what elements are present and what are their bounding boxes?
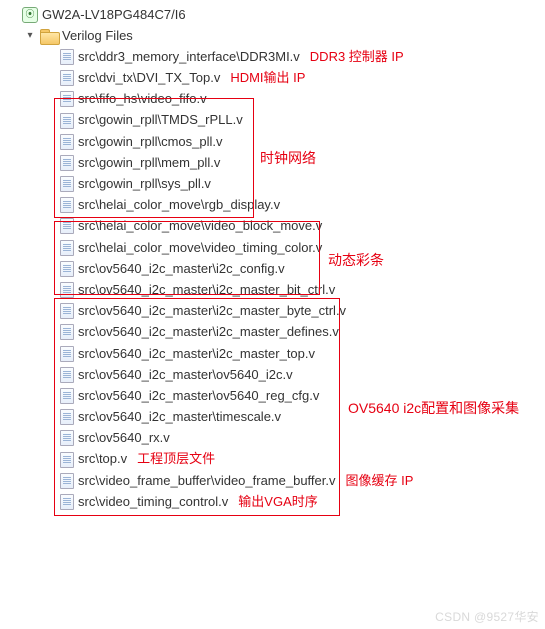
tree-file[interactable]: src\gowin_rpll\mem_pll.v: [2, 152, 543, 173]
file-icon: [60, 261, 74, 277]
tree-folder[interactable]: ▾ Verilog Files: [2, 25, 543, 46]
file-icon: [60, 70, 74, 86]
annotation-fb: 图像缓存 IP: [346, 472, 414, 490]
file-icon: [60, 113, 74, 129]
file-icon: [60, 430, 74, 446]
file-icon: [60, 473, 74, 489]
chip-icon: ⦿: [22, 7, 38, 23]
file-icon: [60, 91, 74, 107]
file-label: src\dvi_tx\DVI_TX_Top.v: [78, 69, 220, 87]
tree-file[interactable]: src\video_frame_buffer\video_frame_buffe…: [2, 470, 543, 491]
file-label: src\ov5640_i2c_master\i2c_master_byte_ct…: [78, 302, 346, 320]
tree-file[interactable]: src\gowin_rpll\sys_pll.v: [2, 174, 543, 195]
file-label: src\ov5640_i2c_master\i2c_config.v: [78, 260, 285, 278]
chevron-down-icon: ▾: [24, 30, 36, 42]
tree-file[interactable]: src\gowin_rpll\cmos_pll.v: [2, 131, 543, 152]
annotation-vga: 输出VGA时序: [238, 493, 317, 511]
file-icon: [60, 176, 74, 192]
file-label: src\gowin_rpll\cmos_pll.v: [78, 133, 223, 151]
file-label: src\ov5640_i2c_master\timescale.v: [78, 408, 281, 426]
file-label: src\top.v: [78, 450, 127, 468]
annotation-top: 工程顶层文件: [137, 450, 215, 468]
file-icon: [60, 452, 74, 468]
tree-file[interactable]: src\ov5640_i2c_master\ov5640_i2c.v: [2, 364, 543, 385]
file-icon: [60, 494, 74, 510]
file-icon: [60, 240, 74, 256]
file-label: src\gowin_rpll\sys_pll.v: [78, 175, 211, 193]
file-label: src\ov5640_i2c_master\i2c_master_bit_ctr…: [78, 281, 335, 299]
file-label: src\video_timing_control.v: [78, 493, 228, 511]
file-icon: [60, 346, 74, 362]
file-icon: [60, 409, 74, 425]
tree-file[interactable]: src\ov5640_i2c_master\i2c_master_defines…: [2, 322, 543, 343]
file-label: src\helai_color_move\video_block_move.v: [78, 217, 322, 235]
file-label: src\helai_color_move\video_timing_color.…: [78, 239, 322, 257]
tree-file[interactable]: src\video_timing_control.v 输出VGA时序: [2, 491, 543, 512]
tree-file[interactable]: src\helai_color_move\video_block_move.v: [2, 216, 543, 237]
root-label: GW2A-LV18PG484C7/I6: [42, 6, 186, 24]
file-label: src\ov5640_rx.v: [78, 429, 170, 447]
file-icon: [60, 367, 74, 383]
file-label: src\gowin_rpll\TMDS_rPLL.v: [78, 111, 243, 129]
tree-file[interactable]: src\ov5640_i2c_master\i2c_master_top.v: [2, 343, 543, 364]
tree-file[interactable]: src\gowin_rpll\TMDS_rPLL.v: [2, 110, 543, 131]
file-icon: [60, 155, 74, 171]
tree-file[interactable]: src\ddr3_memory_interface\DDR3MI.v DDR3 …: [2, 46, 543, 67]
tree-file[interactable]: src\ov5640_rx.v: [2, 428, 543, 449]
file-icon: [60, 388, 74, 404]
file-icon: [60, 324, 74, 340]
file-tree: ⦿ GW2A-LV18PG484C7/I6 ▾ Verilog Files sr…: [0, 0, 545, 521]
file-icon: [60, 303, 74, 319]
file-label: src\ov5640_i2c_master\i2c_master_top.v: [78, 345, 315, 363]
tree-file[interactable]: src\ov5640_i2c_master\i2c_master_bit_ctr…: [2, 279, 543, 300]
file-icon: [60, 218, 74, 234]
tree-file[interactable]: src\ov5640_i2c_master\timescale.v: [2, 407, 543, 428]
annotation-ddr3: DDR3 控制器 IP: [310, 48, 404, 66]
tree-file[interactable]: src\helai_color_move\video_timing_color.…: [2, 237, 543, 258]
tree-file[interactable]: src\ov5640_i2c_master\ov5640_reg_cfg.v: [2, 385, 543, 406]
folder-label: Verilog Files: [62, 27, 133, 45]
folder-icon: [40, 29, 58, 43]
file-label: src\gowin_rpll\mem_pll.v: [78, 154, 220, 172]
tree-file[interactable]: src\fifo_hs\video_fifo.v: [2, 89, 543, 110]
chevron-down-icon: [6, 9, 18, 21]
tree-root[interactable]: ⦿ GW2A-LV18PG484C7/I6: [2, 4, 543, 25]
file-label: src\fifo_hs\video_fifo.v: [78, 90, 207, 108]
file-icon: [60, 282, 74, 298]
tree-file[interactable]: src\top.v 工程顶层文件: [2, 449, 543, 470]
file-label: src\helai_color_move\rgb_display.v: [78, 196, 280, 214]
file-label: src\ddr3_memory_interface\DDR3MI.v: [78, 48, 300, 66]
tree-file[interactable]: src\ov5640_i2c_master\i2c_master_byte_ct…: [2, 301, 543, 322]
tree-file[interactable]: src\helai_color_move\rgb_display.v: [2, 195, 543, 216]
tree-file[interactable]: src\ov5640_i2c_master\i2c_config.v: [2, 258, 543, 279]
file-label: src\ov5640_i2c_master\ov5640_reg_cfg.v: [78, 387, 319, 405]
file-label: src\ov5640_i2c_master\i2c_master_defines…: [78, 323, 339, 341]
annotation-hdmi: HDMI输出 IP: [230, 69, 305, 87]
file-icon: [60, 49, 74, 65]
watermark: CSDN @9527华安: [435, 608, 539, 625]
file-icon: [60, 197, 74, 213]
file-icon: [60, 134, 74, 150]
file-label: src\ov5640_i2c_master\ov5640_i2c.v: [78, 366, 293, 384]
file-label: src\video_frame_buffer\video_frame_buffe…: [78, 472, 336, 490]
tree-file[interactable]: src\dvi_tx\DVI_TX_Top.v HDMI输出 IP: [2, 68, 543, 89]
